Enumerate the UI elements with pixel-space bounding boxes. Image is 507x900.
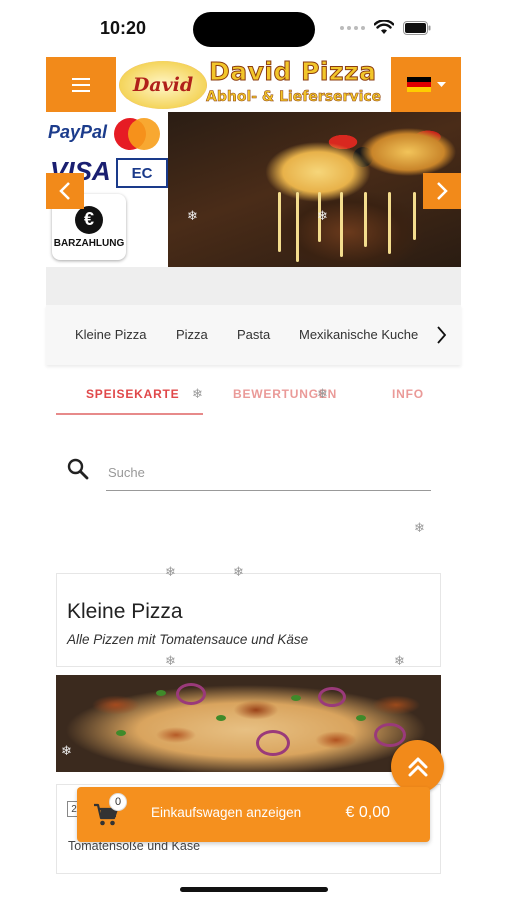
snowflake-icon: ❄ (61, 744, 72, 759)
category-nav: Kleine Pizza Pizza Pasta Mexikanische Ku… (46, 305, 461, 365)
battery-icon (403, 20, 431, 35)
snowflake-icon: ❄ (165, 565, 176, 580)
brand-logo: David (119, 61, 207, 109)
banner-spacer (46, 267, 461, 305)
language-selector[interactable] (391, 57, 461, 112)
cash-label: BARZAHLUNG (53, 237, 125, 249)
chevron-right-icon (437, 326, 446, 344)
wifi-icon (374, 20, 394, 34)
cart-count-badge: 0 (109, 793, 127, 811)
double-chevron-up-icon (408, 757, 427, 776)
active-tab-indicator (56, 413, 203, 415)
snowflake-icon: ❄ (414, 521, 425, 536)
home-indicator (180, 887, 328, 892)
mastercard-logo (114, 118, 160, 150)
section-subtitle: Alle Pizzen mit Tomatensauce und Käse (67, 632, 309, 647)
logo-text: David (132, 74, 194, 96)
status-bar: 10:20 (0, 0, 507, 56)
snowflake-icon: ❄ (394, 654, 405, 669)
snowflake-icon: ❄ (233, 565, 244, 580)
tab-speisekarte[interactable]: SPEISEKARTE (86, 387, 180, 401)
carousel-next-button[interactable] (423, 173, 461, 209)
chevron-left-icon (59, 182, 70, 200)
chevron-right-icon (437, 182, 448, 200)
hamburger-icon (72, 77, 90, 92)
product-image[interactable] (56, 675, 441, 772)
snowflake-icon: ❄ (317, 209, 328, 224)
brand-name: David Pizza (208, 57, 377, 87)
scroll-to-top-button[interactable] (391, 740, 444, 793)
euro-icon: € (75, 205, 103, 234)
carousel-prev-button[interactable] (46, 173, 84, 209)
cellular-signal-icon (340, 25, 365, 30)
search-input[interactable] (106, 455, 431, 491)
paypal-label: PayPal (48, 122, 108, 142)
section-header-card: Kleine Pizza Alle Pizzen mit Tomatensauc… (56, 573, 441, 667)
status-time: 10:20 (100, 18, 147, 38)
caret-down-icon (436, 82, 446, 87)
cart-total: € 0,00 (345, 804, 390, 821)
tab-info[interactable]: INFO (392, 387, 424, 401)
snowflake-icon: ❄ (165, 654, 176, 669)
tab-bar: SPEISEKARTE BEWERTUNGEN INFO (56, 375, 451, 417)
category-pizza[interactable]: Pizza (176, 327, 208, 342)
dynamic-island (193, 12, 315, 47)
section-title: Kleine Pizza (67, 600, 183, 623)
brand-subtitle: Abhol- & Lieferservice (206, 89, 382, 106)
menu-button[interactable] (46, 57, 116, 112)
snowflake-icon: ❄ (317, 387, 328, 402)
view-cart-label: Einkaufswagen anzeigen (151, 805, 302, 820)
search-icon (67, 458, 89, 480)
app-header: David David Pizza Abhol- & Lieferservice (46, 57, 461, 112)
category-scroll-right-button[interactable] (436, 321, 461, 349)
ec-card-logo: EC (116, 158, 168, 188)
paypal-logo: PayPal (48, 122, 107, 143)
snowflake-icon: ❄ (187, 209, 198, 224)
category-pasta[interactable]: Pasta (237, 327, 270, 342)
pizza-photo (168, 112, 461, 267)
category-mexikanische-kuche[interactable]: Mexikanische Kuche (299, 327, 418, 342)
status-icons (340, 20, 431, 35)
category-kleine-pizza[interactable]: Kleine Pizza (75, 327, 147, 342)
hero-banner: PayPal VISA EC € BARZAHLUNG (46, 112, 461, 267)
snowflake-icon: ❄ (192, 387, 203, 402)
cart-bar[interactable]: 0 Einkaufswagen anzeigen € 0,00 (77, 787, 430, 842)
german-flag-icon (406, 77, 431, 92)
